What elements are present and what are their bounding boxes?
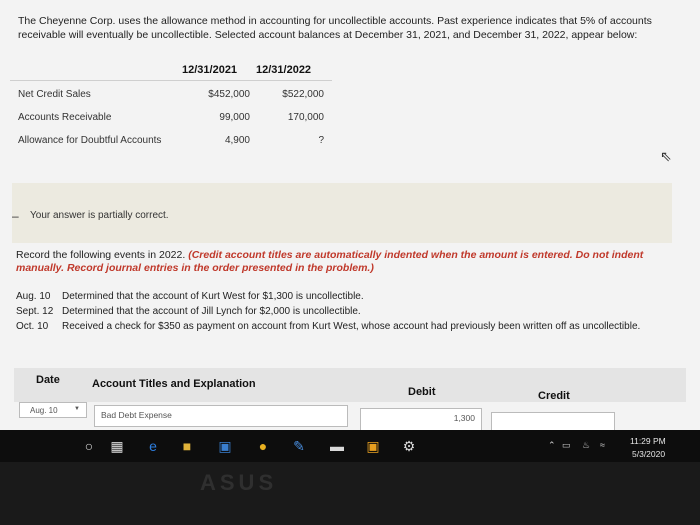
file-explorer-icon[interactable]: ■ bbox=[178, 437, 196, 455]
balances-row-2021: 4,900 bbox=[224, 135, 250, 146]
browser-page: The Cheyenne Corp. uses the allowance me… bbox=[0, 0, 700, 430]
app-bag-icon[interactable]: ▣ bbox=[364, 437, 382, 455]
balances-row: Net Credit Sales $452,000 $522,000 bbox=[10, 84, 330, 106]
collapse-dash-icon[interactable]: – bbox=[12, 209, 19, 223]
balances-row-2022: 170,000 bbox=[287, 112, 324, 123]
balances-row-label: Allowance for Doubtful Accounts bbox=[18, 135, 162, 146]
tray-battery-icon[interactable]: ▭ bbox=[562, 440, 571, 451]
tray-wifi-icon[interactable]: ≈ bbox=[600, 440, 605, 450]
balances-row: Accounts Receivable 99,000 170,000 bbox=[10, 107, 330, 129]
feedback-status: Your answer is partially correct. bbox=[30, 210, 169, 221]
journal-table-header: Date Account Titles and Explanation Debi… bbox=[14, 368, 686, 402]
event-date: Sept. 12 bbox=[16, 306, 54, 317]
account-title-input[interactable]: Bad Debt Expense bbox=[94, 405, 348, 427]
brand-logo: ASUS bbox=[200, 470, 278, 495]
balances-row: Allowance for Doubtful Accounts 4,900 ? bbox=[10, 130, 330, 152]
journal-header-date: Date bbox=[36, 374, 60, 386]
event-date: Aug. 10 bbox=[16, 291, 51, 302]
entry-date-select[interactable]: Aug. 10 ▼ bbox=[19, 402, 87, 418]
chevron-down-icon: ▼ bbox=[74, 406, 80, 412]
mouse-pointer-icon: ⇖ bbox=[660, 148, 672, 164]
edge-browser-icon[interactable]: e bbox=[144, 437, 162, 455]
search-circle-icon[interactable]: ○ bbox=[80, 437, 98, 455]
store-icon[interactable]: ▣ bbox=[216, 437, 234, 455]
instructions-lead: Record the following events in 2022. bbox=[16, 249, 186, 261]
balances-row-2022: $522,000 bbox=[282, 89, 324, 100]
app-bar-icon[interactable]: ▬ bbox=[328, 437, 346, 455]
clock-time[interactable]: 11:29 PM bbox=[630, 436, 666, 446]
balances-row-label: Net Credit Sales bbox=[18, 89, 91, 100]
journal-header-debit: Debit bbox=[408, 386, 436, 398]
instructions: Record the following events in 2022. (Cr… bbox=[16, 249, 676, 275]
balances-row-2022: ? bbox=[318, 135, 324, 146]
entry-date-value: Aug. 10 bbox=[30, 406, 58, 415]
chrome-icon[interactable]: ● bbox=[254, 437, 272, 455]
journal-header-account: Account Titles and Explanation bbox=[92, 378, 256, 390]
balances-row-2021: $452,000 bbox=[208, 89, 250, 100]
balances-row-2021: 99,000 bbox=[219, 112, 250, 123]
feedback-banner: – Your answer is partially correct. bbox=[12, 183, 672, 243]
balances-header-2022: 12/31/2022 bbox=[256, 64, 312, 76]
taskbar: ○ ▦ e ■ ▣ ● ✎ ▬ ▣ ⚙ ⌃ ▭ ♨ ≈ 11:29 PM 5/3… bbox=[0, 430, 700, 462]
balances-row-label: Accounts Receivable bbox=[18, 112, 112, 123]
problem-intro: The Cheyenne Corp. uses the allowance me… bbox=[18, 15, 652, 41]
balances-header-2021: 12/31/2021 bbox=[182, 64, 238, 76]
event-date: Oct. 10 bbox=[16, 321, 49, 332]
credit-input[interactable] bbox=[491, 412, 615, 430]
balances-header-divider bbox=[10, 80, 332, 81]
event-text: Determined that the account of Kurt West… bbox=[62, 291, 364, 302]
app-pen-icon[interactable]: ✎ bbox=[290, 437, 308, 455]
journal-header-credit: Credit bbox=[538, 390, 570, 402]
tray-chevron-up-icon[interactable]: ⌃ bbox=[548, 440, 556, 451]
event-text: Received a check for $350 as payment on … bbox=[62, 321, 641, 332]
clock-date[interactable]: 5/3/2020 bbox=[632, 449, 665, 459]
settings-gear-icon[interactable]: ⚙ bbox=[400, 437, 418, 455]
laptop-bezel: ASUS bbox=[0, 462, 700, 525]
journal-entry-row: Aug. 10 ▼ Bad Debt Expense 1,300 bbox=[14, 402, 686, 430]
event-text: Determined that the account of Jill Lync… bbox=[62, 306, 361, 317]
task-view-icon[interactable]: ▦ bbox=[108, 437, 126, 455]
debit-input[interactable]: 1,300 bbox=[360, 408, 482, 430]
tray-volume-icon[interactable]: ♨ bbox=[582, 440, 590, 451]
